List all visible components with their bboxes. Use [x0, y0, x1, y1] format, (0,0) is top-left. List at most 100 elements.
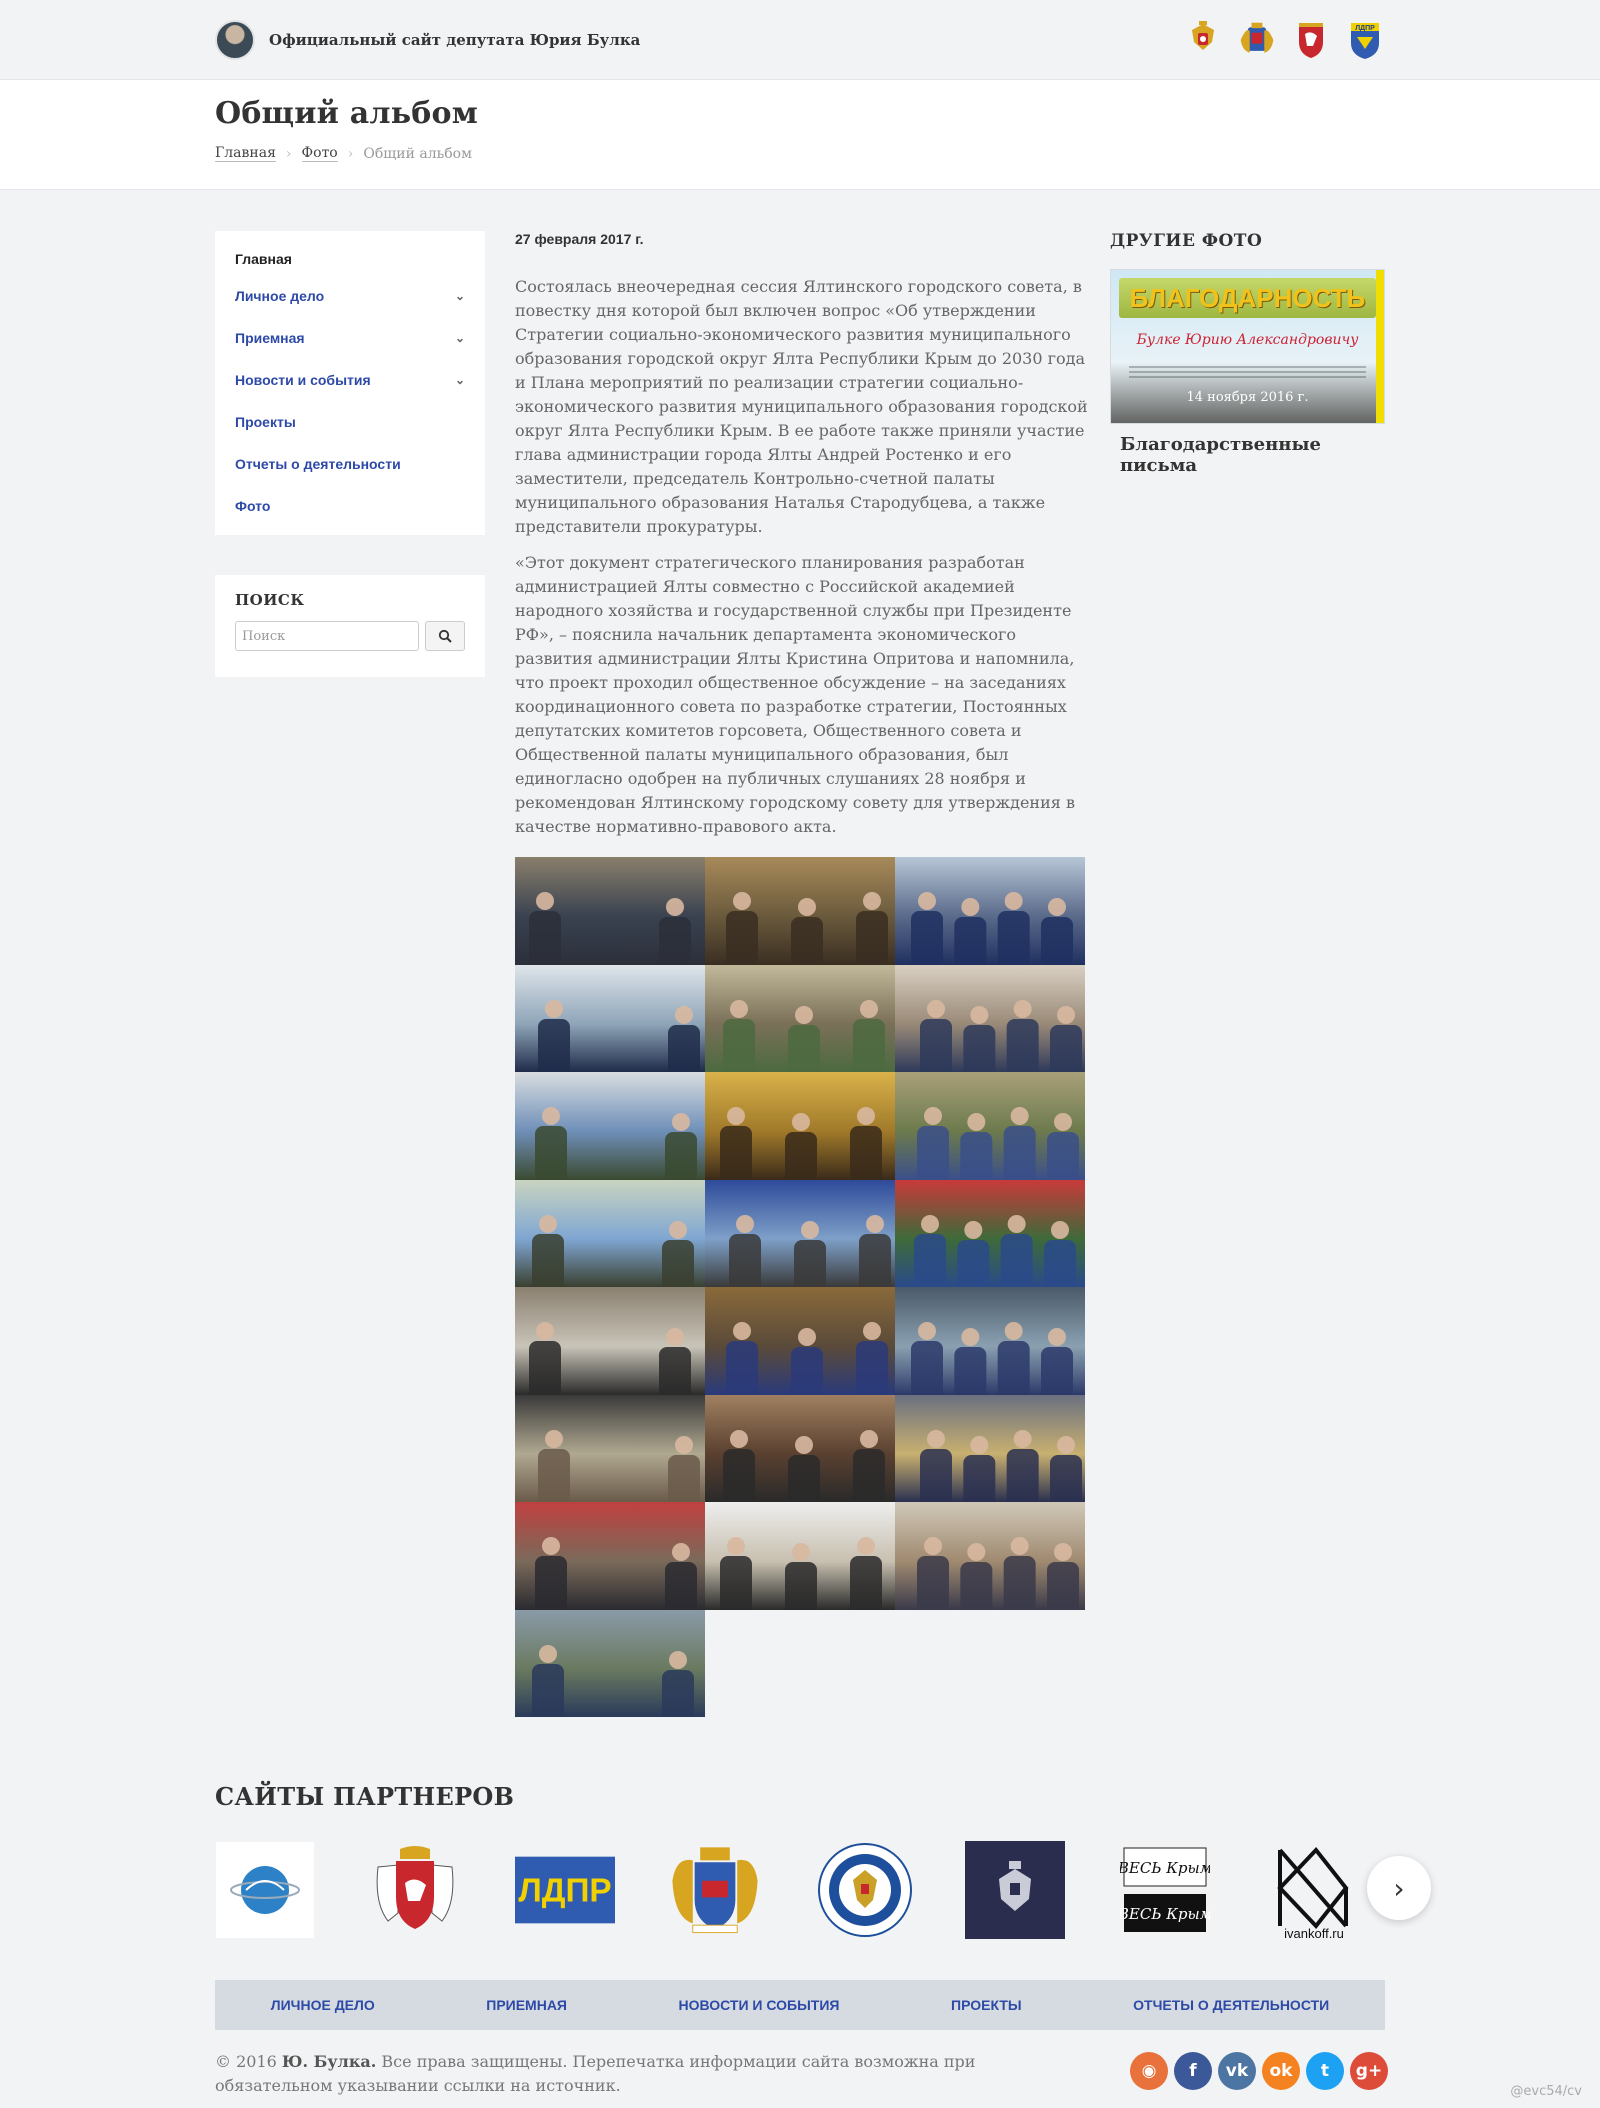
search-icon [438, 629, 452, 643]
gallery-photo[interactable] [705, 1502, 895, 1610]
ldpr-logo[interactable]: ЛДПР [515, 1840, 615, 1940]
gallery-photo[interactable] [705, 1072, 895, 1180]
sidebar-item-label: Отчеты о деятельности [235, 456, 401, 472]
breadcrumb-separator-icon: › [347, 145, 354, 162]
gallery-photo[interactable] [515, 1179, 705, 1287]
other-photo-card[interactable]: БЛАГОДАРНОСТЬ Булке Юрию Александровичу … [1110, 269, 1385, 424]
gallery-photo[interactable] [895, 1179, 1085, 1287]
twitter-icon[interactable]: t [1306, 2052, 1344, 2090]
svg-text:ВЕСЬ Крым: ВЕСЬ Крым [1120, 1905, 1210, 1923]
other-photos: ДРУГИЕ ФОТО БЛАГОДАРНОСТЬ Булке Юрию Але… [1110, 231, 1385, 476]
article-date: 27 февраля 2017 г. [515, 231, 644, 247]
photo-gallery [515, 857, 1087, 1717]
russian-eagle-logo[interactable] [965, 1840, 1065, 1940]
yalta-coat-of-arms-icon[interactable] [1237, 18, 1277, 62]
ivankoff-logo[interactable]: ivankoff.ru [1265, 1840, 1365, 1940]
page-title: Общий альбом [215, 96, 478, 131]
gallery-photo[interactable] [515, 964, 705, 1072]
sidebar-item-reception[interactable]: Приемная ⌄ [235, 317, 465, 359]
google-plus-icon[interactable]: g+ [1350, 2052, 1388, 2090]
watermark: @evc54/cv [1510, 2084, 1582, 2099]
footer-link-reception[interactable]: ПРИЕМНАЯ [486, 1997, 567, 2013]
ves-krym-logo[interactable]: ВЕСЬ Крым ВЕСЬ Крым [1115, 1840, 1215, 1940]
gallery-photo[interactable] [515, 1609, 705, 1717]
site-title[interactable]: Официальный сайт депутата Юрия Булка [269, 31, 640, 49]
carousel-next-button[interactable]: › [1367, 1856, 1431, 1920]
article-paragraph: «Этот документ стратегического планирова… [515, 553, 1075, 836]
sidebar-item-personal[interactable]: Личное дело ⌄ [235, 275, 465, 317]
crimea-coat-of-arms-logo[interactable] [365, 1840, 465, 1940]
gallery-photo[interactable] [895, 1502, 1085, 1610]
breadcrumb-photo[interactable]: Фото [301, 145, 338, 162]
footer-link-projects[interactable]: ПРОЕКТЫ [951, 1997, 1022, 2013]
footer-link-personal[interactable]: ЛИЧНОЕ ДЕЛО [271, 1997, 375, 2013]
gallery-photo[interactable] [705, 857, 895, 965]
gallery-photo[interactable] [515, 1287, 705, 1395]
other-photos-title: ДРУГИЕ ФОТО [1110, 231, 1263, 251]
sidebar-item-projects[interactable]: Проекты [235, 401, 465, 443]
sidebar: Главная Личное дело ⌄ Приемная ⌄ Новости и… [215, 231, 485, 677]
gallery-photo[interactable] [895, 1394, 1085, 1502]
gallery-photo[interactable] [895, 857, 1085, 965]
gallery-photo[interactable] [895, 1072, 1085, 1180]
sidebar-menu: Главная Личное дело ⌄ Приемная ⌄ Новости и… [215, 231, 485, 535]
avatar[interactable] [215, 20, 255, 60]
gallery-photo[interactable] [515, 1072, 705, 1180]
svg-text:ЛДПР: ЛДПР [518, 1873, 611, 1910]
article-paragraph: Состоялась внеочередная сессия Ялтинског… [515, 277, 1088, 536]
sidebar-item-label: Проекты [235, 414, 296, 430]
breadcrumb-separator-icon: › [285, 145, 292, 162]
sidebar-item-label: Приемная [235, 330, 305, 346]
gallery-photo[interactable] [895, 964, 1085, 1072]
article: 27 февраля 2017 г. Состоялась внеочередн… [515, 231, 1089, 1717]
footer-link-news[interactable]: НОВОСТИ И СОБЫТИЯ [679, 1997, 840, 2013]
certificate-name: Булке Юрию Александровичу [1136, 332, 1359, 348]
footer-nav: ЛИЧНОЕ ДЕЛО ПРИЕМНАЯ НОВОСТИ И СОБЫТИЯ П… [215, 1980, 1385, 2030]
federal-tax-service-logo[interactable] [815, 1840, 915, 1940]
sidebar-item-photo[interactable]: Фото [235, 485, 465, 527]
vk-icon[interactable]: vk [1218, 2052, 1256, 2090]
other-photo-date: 14 ноября 2016 г. [1186, 390, 1309, 405]
gallery-photo[interactable] [705, 964, 895, 1072]
partners-carousel: ЛДПР ВЕСЬ Крым ВЕСЬ Крым ivankoff.ru › [215, 1840, 1431, 1940]
copyright: © 2016 Ю. Булка. Все права защищены. Пер… [215, 2052, 976, 2095]
yalta-coat-of-arms-logo[interactable] [665, 1840, 765, 1940]
ldpr-emblem-icon[interactable]: ЛДПР [1345, 18, 1385, 62]
crimean-sputnik-logo[interactable] [215, 1840, 315, 1940]
breadcrumb-current: Общий альбом [363, 145, 473, 162]
breadcrumb-home[interactable]: Главная [215, 145, 276, 162]
crimea-coat-of-arms-icon[interactable] [1291, 18, 1331, 62]
gallery-photo[interactable] [705, 1394, 895, 1502]
emblems: ЛДПР [1183, 18, 1385, 62]
search-title: ПОИСК [235, 591, 305, 609]
chevron-down-icon[interactable]: ⌄ [455, 289, 465, 303]
chevron-right-icon: › [1393, 1871, 1405, 1905]
search-button[interactable] [425, 621, 465, 651]
sidebar-item-label: Личное дело [235, 288, 325, 304]
partners-title: САЙТЫ ПАРТНЕРОВ [215, 1782, 515, 1811]
svg-text:ivankoff.ru: ivankoff.ru [1284, 1926, 1344, 1940]
svg-text:ВЕСЬ Крым: ВЕСЬ Крым [1120, 1859, 1210, 1877]
certificate-heading: БЛАГОДАРНОСТЬ [1119, 278, 1376, 318]
russia-coat-of-arms-icon[interactable] [1183, 18, 1223, 62]
chevron-down-icon[interactable]: ⌄ [455, 373, 465, 387]
gallery-photo[interactable] [515, 1394, 705, 1502]
sidebar-item-news[interactable]: Новости и события ⌄ [235, 359, 465, 401]
odnoklassniki-icon[interactable]: ok [1262, 2052, 1300, 2090]
svg-text:ЛДПР: ЛДПР [1355, 25, 1375, 32]
gallery-photo[interactable] [895, 1287, 1085, 1395]
other-photo-caption[interactable]: Благодарственные письма [1110, 434, 1385, 476]
facebook-icon[interactable]: f [1174, 2052, 1212, 2090]
footer-link-reports[interactable]: ОТЧЕТЫ О ДЕЯТЕЛЬНОСТИ [1133, 1997, 1329, 2013]
social-links: ◉ f vk ok t g+ [1130, 2052, 1388, 2090]
gallery-photo[interactable] [515, 857, 705, 965]
sidebar-item-reports[interactable]: Отчеты о деятельности [235, 443, 465, 485]
gallery-photo[interactable] [515, 1502, 705, 1610]
sidebar-item-label: Фото [235, 498, 271, 514]
gallery-photo[interactable] [705, 1179, 895, 1287]
gallery-photo[interactable] [705, 1287, 895, 1395]
rss-icon[interactable]: ◉ [1130, 2052, 1168, 2090]
search-input[interactable]: Поиск [235, 621, 419, 651]
chevron-down-icon[interactable]: ⌄ [455, 331, 465, 345]
sidebar-item-home[interactable]: Главная [235, 243, 465, 275]
